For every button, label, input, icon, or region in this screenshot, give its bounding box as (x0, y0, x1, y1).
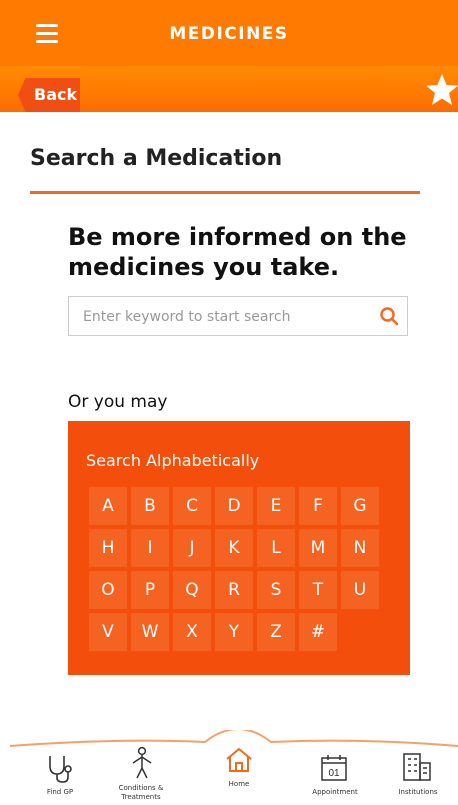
nav-find-gp[interactable]: Find GP (20, 730, 100, 805)
nav-home-label: Home (228, 780, 250, 788)
action-bar: Back (0, 66, 458, 112)
letter-button[interactable]: R (215, 571, 253, 609)
home-icon (226, 747, 252, 772)
title-divider (30, 191, 420, 194)
letter-button[interactable]: M (299, 529, 337, 567)
nav-conditions-label-2: Treatments (121, 793, 161, 801)
letter-button[interactable]: J (173, 529, 211, 567)
letter-button[interactable]: Y (215, 613, 253, 651)
nav-conditions-label-1: Conditions & (118, 784, 164, 792)
headline: Be more informed on the medicines you ta… (68, 223, 407, 281)
nav-conditions-treatments[interactable]: Conditions & Treatments (101, 730, 181, 805)
letter-button[interactable]: A (89, 487, 127, 525)
alphabet-panel: Search Alphabetically ABCDEFG HIJKLMN OPQR… (68, 421, 410, 675)
letter-button[interactable]: E (257, 487, 295, 525)
calendar-icon: 01 (321, 755, 347, 781)
stethoscope-icon (49, 756, 72, 783)
letter-button[interactable]: V (89, 613, 127, 651)
nav-appointment[interactable]: 01 Appointment (295, 730, 375, 805)
top-bar: MEDICINES (0, 0, 458, 66)
alphabet-panel-title: Search Alphabetically (86, 451, 260, 470)
nav-find-gp-label: Find GP (46, 788, 74, 796)
nav-home[interactable]: Home (199, 730, 279, 805)
search-input[interactable] (81, 297, 375, 337)
letter-button[interactable]: W (131, 613, 169, 651)
star-icon[interactable] (424, 72, 458, 108)
letter-button[interactable]: N (341, 529, 379, 567)
letter-button[interactable]: B (131, 487, 169, 525)
letter-button[interactable]: Q (173, 571, 211, 609)
building-icon (403, 753, 431, 781)
letter-button[interactable]: P (131, 571, 169, 609)
bottom-nav: Find GP Conditions & Treatments Home 01 … (0, 730, 458, 805)
letter-button[interactable]: # (299, 613, 337, 651)
search-icon[interactable] (379, 306, 399, 326)
search-box (68, 296, 408, 337)
letter-button[interactable]: F (299, 487, 337, 525)
calendar-date: 01 (328, 768, 340, 779)
letter-button[interactable]: X (173, 613, 211, 651)
nav-institutions-label: Institutions (398, 788, 438, 796)
letter-button[interactable]: T (299, 571, 337, 609)
letter-button[interactable]: U (341, 571, 379, 609)
page-title: Search a Medication (30, 146, 283, 171)
letter-button[interactable]: G (341, 487, 379, 525)
letter-button[interactable]: I (131, 529, 169, 567)
letter-button[interactable]: O (89, 571, 127, 609)
letter-button[interactable]: Z (257, 613, 295, 651)
letter-button[interactable]: C (173, 487, 211, 525)
page-header-title: MEDICINES (169, 24, 289, 44)
letter-button[interactable]: H (89, 529, 127, 567)
letter-button[interactable]: D (215, 487, 253, 525)
person-icon (132, 746, 152, 779)
letter-button[interactable]: S (257, 571, 295, 609)
nav-institutions[interactable]: Institutions (378, 730, 458, 805)
back-button[interactable]: Back (18, 78, 80, 112)
or-you-may-label: Or you may (68, 392, 168, 412)
letter-button[interactable]: K (215, 529, 253, 567)
letter-button[interactable]: L (257, 529, 295, 567)
nav-appointment-label: Appointment (312, 788, 358, 796)
